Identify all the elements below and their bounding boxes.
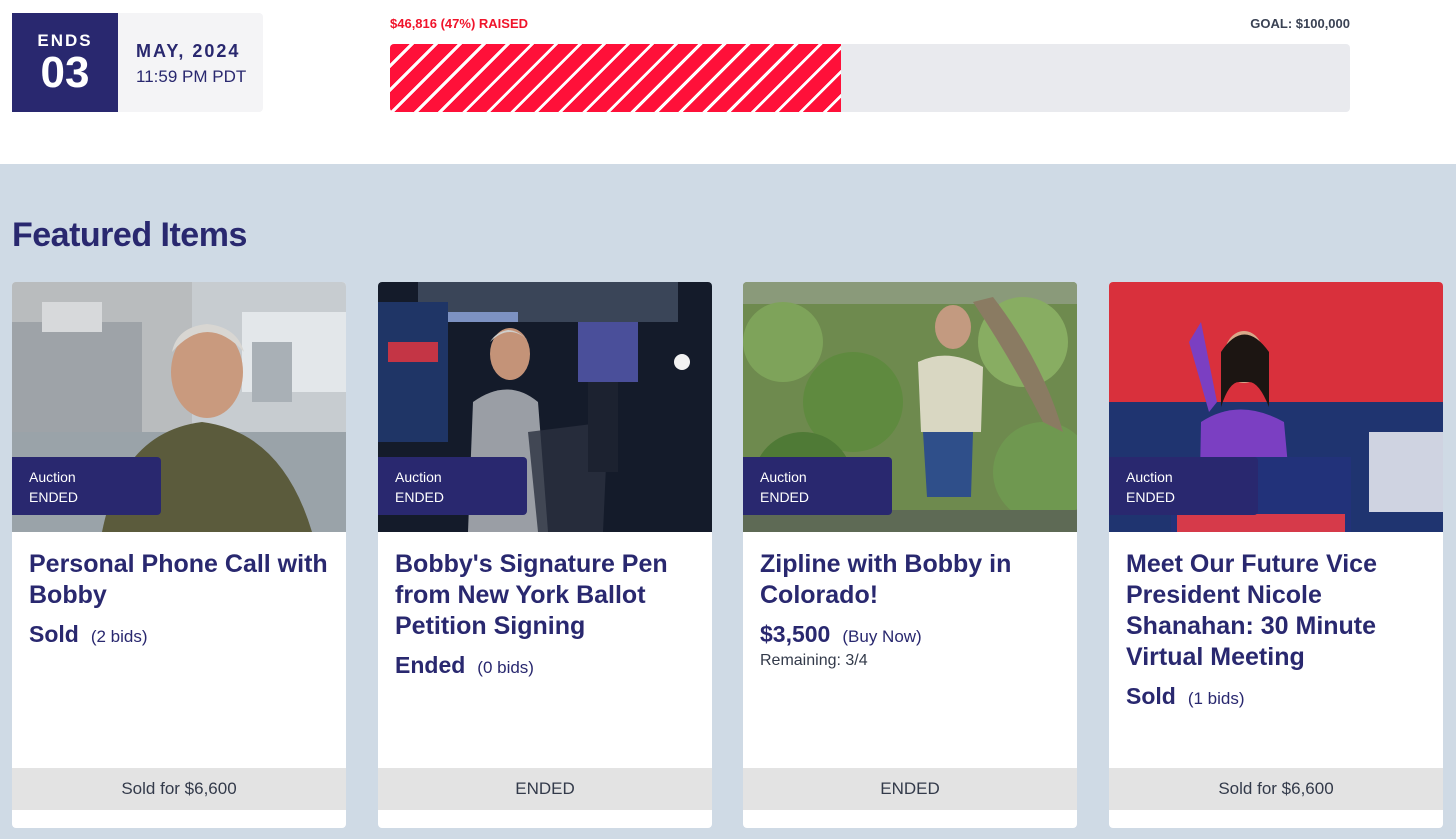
item-price: $3,500 (760, 621, 831, 647)
item-image[interactable]: Auction ENDED (378, 282, 712, 532)
fundraising-progress-fill (390, 44, 842, 112)
badge-type: Auction (1126, 469, 1173, 485)
item-footer-button[interactable]: ENDED (378, 768, 712, 810)
item-title[interactable]: Bobby's Signature Pen from New York Ball… (395, 549, 698, 642)
item-footer-button[interactable]: Sold for $6,600 (1109, 768, 1443, 810)
item-card[interactable]: Auction ENDED Personal Phone Call with B… (12, 282, 346, 828)
ends-month-year: MAY, 2024 (136, 41, 241, 61)
badge-type: Auction (395, 469, 442, 485)
item-price-row: Sold (2 bids) (29, 621, 332, 648)
auction-status-badge: Auction ENDED (378, 457, 527, 515)
item-image[interactable]: Auction ENDED (12, 282, 346, 532)
auction-header: ENDS 03 MAY, 2024 11:59 PM PDT $46,816 (… (0, 0, 1456, 164)
raised-amount: $46,816 (47%) RAISED (390, 16, 529, 31)
item-title[interactable]: Zipline with Bobby in Colorado! (760, 549, 1063, 611)
item-price-row: $3,500 (Buy Now) (760, 621, 1063, 648)
item-price-row: Sold (1 bids) (1126, 683, 1429, 710)
item-card-body: Meet Our Future Vice President Nicole Sh… (1126, 549, 1429, 710)
item-bids: (1 bids) (1187, 689, 1245, 708)
item-footer-button[interactable]: ENDED (743, 768, 1077, 810)
item-bids: (2 bids) (90, 627, 148, 646)
item-title[interactable]: Meet Our Future Vice President Nicole Sh… (1126, 549, 1429, 673)
item-footer-button[interactable]: Sold for $6,600 (12, 768, 346, 810)
item-card[interactable]: Auction ENDED Bobby's Signature Pen from… (378, 282, 712, 828)
item-bids: (0 bids) (477, 658, 534, 677)
item-price: Sold (1126, 683, 1176, 709)
item-price-row: Ended (0 bids) (395, 652, 698, 679)
item-image[interactable]: Auction ENDED (1109, 282, 1443, 532)
item-card[interactable]: Auction ENDED Zipline with Bobby in Colo… (743, 282, 1077, 828)
item-card-body: Bobby's Signature Pen from New York Ball… (395, 549, 698, 679)
goal-amount: GOAL: $100,000 (1250, 16, 1350, 31)
badge-type: Auction (29, 469, 76, 485)
item-remaining: Remaining: 3/4 (760, 652, 868, 669)
item-title[interactable]: Personal Phone Call with Bobby (29, 549, 332, 611)
item-image[interactable]: Auction ENDED (743, 282, 1077, 532)
item-price: Ended (395, 652, 466, 678)
countdown-day-box: ENDS 03 (12, 13, 118, 112)
badge-status: ENDED (29, 489, 79, 505)
auction-status-badge: Auction ENDED (1109, 457, 1258, 515)
item-card-body: Personal Phone Call with Bobby Sold (2 bi… (29, 549, 332, 648)
badge-type: Auction (760, 469, 807, 485)
item-bids: (Buy Now) (842, 627, 922, 646)
featured-items-section: Featured Items Auction ENDED Personal Ph… (0, 164, 1456, 839)
countdown-date-box: MAY, 2024 11:59 PM PDT (118, 13, 263, 112)
section-title: Featured Items (12, 216, 247, 254)
auction-status-badge: Auction ENDED (12, 457, 161, 515)
ends-day: 03 (40, 48, 90, 97)
item-price: Sold (29, 621, 79, 647)
badge-status: ENDED (395, 489, 445, 505)
item-card-body: Zipline with Bobby in Colorado! $3,500 (B… (760, 549, 1063, 670)
badge-status: ENDED (760, 489, 810, 505)
auction-status-badge: Auction ENDED (743, 457, 892, 515)
fundraising-progress-bar (390, 44, 1350, 112)
ends-time: 11:59 PM PDT (136, 67, 247, 86)
badge-status: ENDED (1126, 489, 1176, 505)
item-card[interactable]: Auction ENDED Meet Our Future Vice Presi… (1109, 282, 1443, 828)
